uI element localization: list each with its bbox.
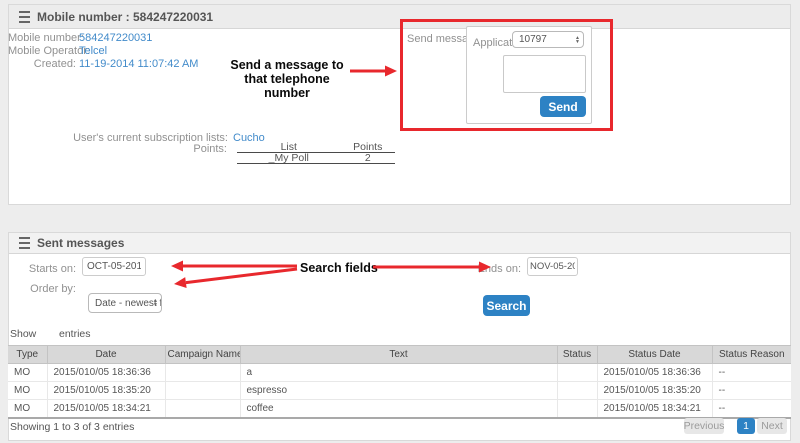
send-button[interactable]: Send xyxy=(540,96,586,117)
panel-title: Sent messages xyxy=(37,236,124,250)
points-row-points: 2 xyxy=(341,153,395,163)
annotation-line-2: that telephone number xyxy=(222,72,352,100)
col-status-date[interactable]: Status Date xyxy=(597,346,712,364)
table-row: MO 2015/010/05 18:34:21 coffee 2015/010/… xyxy=(8,400,791,419)
points-row-list: _My Poll xyxy=(237,153,341,163)
cell-status-date: 2015/010/05 18:34:21 xyxy=(597,400,712,419)
order-by-select-value: Date - newest fir xyxy=(95,298,162,309)
cell-status xyxy=(557,364,597,382)
search-button[interactable]: Search xyxy=(483,295,530,316)
cell-text: espresso xyxy=(240,382,557,400)
previous-button[interactable]: Previous xyxy=(684,418,724,434)
mobile-number-link[interactable]: 584247220031 xyxy=(79,32,152,44)
ends-on-label: Ends on: xyxy=(453,263,521,275)
col-date[interactable]: Date xyxy=(47,346,165,364)
points-table-header: List Points xyxy=(237,142,395,153)
list-icon xyxy=(19,237,30,249)
sent-messages-panel-header: Sent messages xyxy=(9,233,790,254)
order-by-select[interactable]: Date - newest fir ▲▼ xyxy=(88,293,162,313)
list-icon xyxy=(19,11,30,23)
col-status[interactable]: Status xyxy=(557,346,597,364)
col-campaign-name[interactable]: Campaign Name xyxy=(165,346,240,364)
table-row: MO 2015/010/05 18:36:36 a 2015/010/05 18… xyxy=(8,364,791,382)
ends-on-input[interactable] xyxy=(527,257,578,276)
cell-text: coffee xyxy=(240,400,557,419)
points-table-row: _My Poll 2 xyxy=(237,153,395,164)
cell-campaign xyxy=(165,382,240,400)
annotation-line-1: Send a message to xyxy=(222,58,352,72)
search-fields-annotation: Search fields xyxy=(300,261,378,275)
cell-type: MO xyxy=(8,400,47,419)
cell-type: MO xyxy=(8,364,47,382)
col-status-reason[interactable]: Status Reason xyxy=(712,346,791,364)
points-label: Points: xyxy=(8,143,227,155)
cell-campaign xyxy=(165,364,240,382)
application-select-value: 10797 xyxy=(519,34,547,45)
cell-status xyxy=(557,382,597,400)
cell-type: MO xyxy=(8,382,47,400)
cell-campaign xyxy=(165,400,240,419)
application-select[interactable]: 10797 ▲▼ xyxy=(512,31,584,48)
cell-date: 2015/010/05 18:36:36 xyxy=(47,364,165,382)
points-col-list: List xyxy=(237,142,341,152)
col-type[interactable]: Type xyxy=(8,346,47,364)
mobile-operator-label: Mobile Operator: xyxy=(8,45,76,57)
entries-label: entries xyxy=(59,328,91,340)
created-value: 11-19-2014 11:07:42 AM xyxy=(79,58,198,70)
cell-date: 2015/010/05 18:34:21 xyxy=(47,400,165,419)
show-label: Show xyxy=(10,328,36,340)
panel-title: Mobile number : 584247220031 xyxy=(37,10,213,24)
cell-status-date: 2015/010/05 18:36:36 xyxy=(597,364,712,382)
send-message-annotation: Send a message to that telephone number xyxy=(222,58,352,100)
cell-status-date: 2015/010/05 18:35:20 xyxy=(597,382,712,400)
cell-status xyxy=(557,400,597,419)
starts-on-input[interactable] xyxy=(82,257,146,276)
table-header-row: Type Date Campaign Name Text Status Stat… xyxy=(8,346,791,364)
mobile-number-label: Mobile number: xyxy=(8,32,76,44)
up-down-stepper-icon: ▲▼ xyxy=(153,299,158,307)
cell-date: 2015/010/05 18:35:20 xyxy=(47,382,165,400)
sent-messages-table: Type Date Campaign Name Text Status Stat… xyxy=(8,345,791,419)
cell-text: a xyxy=(240,364,557,382)
starts-on-label: Starts on: xyxy=(8,263,76,275)
table-summary: Showing 1 to 3 of 3 entries xyxy=(10,421,134,433)
points-table: List Points _My Poll 2 xyxy=(237,142,395,164)
mobile-operator-link[interactable]: Telcel xyxy=(79,45,107,57)
message-textarea[interactable] xyxy=(503,55,586,93)
page: Mobile number : 584247220031 Mobile numb… xyxy=(0,0,800,443)
page-1-button[interactable]: 1 xyxy=(737,418,755,434)
created-label: Created: xyxy=(8,58,76,70)
up-down-stepper-icon: ▲▼ xyxy=(575,36,580,44)
points-col-points: Points xyxy=(341,142,395,152)
cell-status-reason: -- xyxy=(712,382,791,400)
next-button[interactable]: Next xyxy=(757,418,787,434)
cell-status-reason: -- xyxy=(712,364,791,382)
order-by-label: Order by: xyxy=(8,283,76,295)
table-row: MO 2015/010/05 18:35:20 espresso 2015/01… xyxy=(8,382,791,400)
col-text[interactable]: Text xyxy=(240,346,557,364)
cell-status-reason: -- xyxy=(712,400,791,419)
